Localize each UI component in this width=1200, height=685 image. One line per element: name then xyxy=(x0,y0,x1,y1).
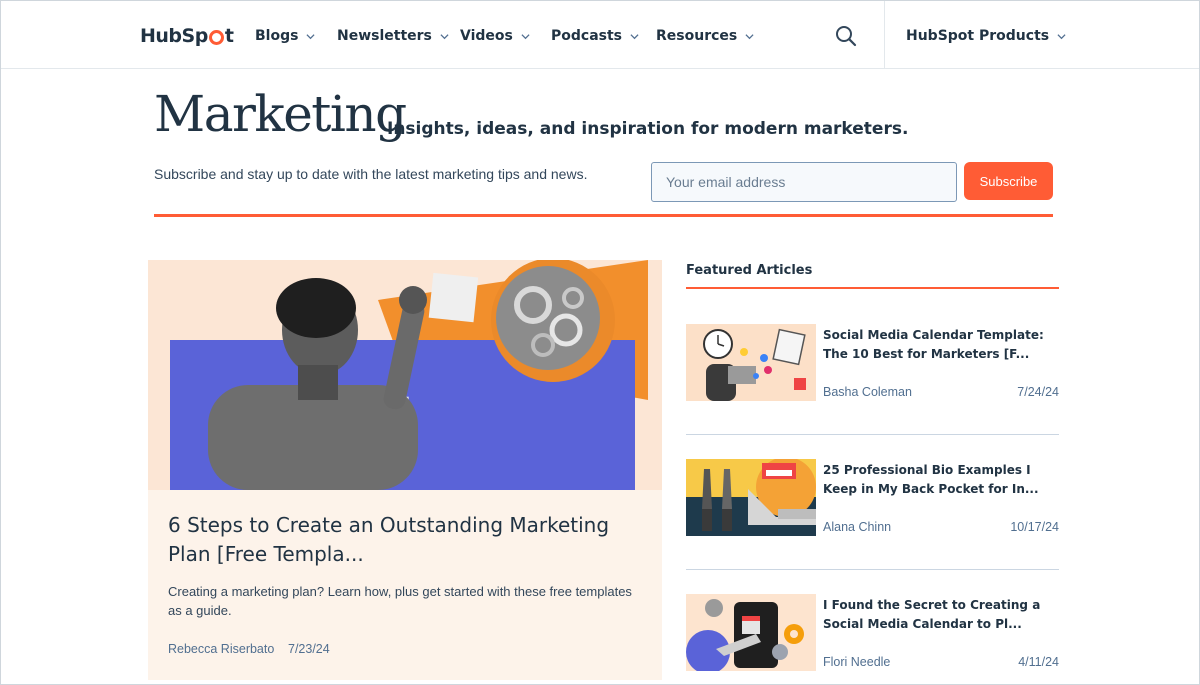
page-title: Marketing xyxy=(154,85,407,143)
article-thumbnail xyxy=(686,594,816,671)
feature-article-image xyxy=(148,260,662,490)
nav-label: Podcasts xyxy=(551,28,623,44)
nav-divider xyxy=(884,1,885,69)
chevron-down-icon xyxy=(440,33,449,39)
nav-newsletters[interactable]: Newsletters xyxy=(337,26,449,46)
hero-divider xyxy=(154,214,1053,217)
article-divider xyxy=(686,569,1059,570)
feature-article-title[interactable]: 6 Steps to Create an Outstanding Marketi… xyxy=(168,511,638,569)
chevron-down-icon xyxy=(521,33,530,39)
article-date: 7/24/24 xyxy=(1017,385,1059,399)
top-navigation: HubSp t Blogs Newsletters Videos Podcasts… xyxy=(1,1,1199,69)
nav-podcasts[interactable]: Podcasts xyxy=(551,26,639,46)
chevron-down-icon xyxy=(630,33,639,39)
page-frame: HubSp t Blogs Newsletters Videos Podcasts… xyxy=(0,0,1200,685)
logo-text-prefix: HubSp xyxy=(140,25,208,47)
article-divider xyxy=(686,434,1059,435)
social-calendar-illustration xyxy=(686,324,816,401)
nav-label: Resources xyxy=(656,28,738,44)
article-title[interactable]: I Found the Secret to Creating a Social … xyxy=(823,596,1059,634)
featured-article-item[interactable]: I Found the Secret to Creating a Social … xyxy=(686,594,1059,684)
feature-article-author[interactable]: Rebecca Riserbato xyxy=(168,642,274,656)
subscribe-description: Subscribe and stay up to date with the l… xyxy=(154,166,588,182)
email-field[interactable] xyxy=(651,162,957,202)
nav-blogs[interactable]: Blogs xyxy=(255,26,315,46)
nav-label: Blogs xyxy=(255,28,299,44)
social-calendar-phone-illustration xyxy=(686,594,816,671)
article-thumbnail xyxy=(686,324,816,401)
article-date: 10/17/24 xyxy=(1010,520,1059,534)
feature-article-card[interactable]: 6 Steps to Create an Outstanding Marketi… xyxy=(148,260,662,680)
article-author[interactable]: Basha Coleman xyxy=(823,385,912,399)
article-author[interactable]: Flori Needle xyxy=(823,655,890,669)
nav-resources[interactable]: Resources xyxy=(656,26,754,46)
article-title[interactable]: 25 Professional Bio Examples I Keep in M… xyxy=(823,461,1059,499)
sprocket-icon xyxy=(208,29,224,45)
featured-article-item[interactable]: Social Media Calendar Template: The 10 B… xyxy=(686,324,1059,434)
nav-hubspot-products[interactable]: HubSpot Products xyxy=(906,26,1066,46)
chevron-down-icon xyxy=(745,33,754,39)
search-icon[interactable] xyxy=(834,24,858,48)
chevron-down-icon xyxy=(306,33,315,39)
page-tagline: Insights, ideas, and inspiration for mod… xyxy=(387,119,909,139)
subscribe-button[interactable]: Subscribe xyxy=(964,162,1053,200)
nav-label: HubSpot Products xyxy=(906,28,1050,44)
article-thumbnail xyxy=(686,459,816,536)
featured-articles-heading: Featured Articles xyxy=(686,263,813,278)
professional-bio-illustration xyxy=(686,459,816,536)
article-author[interactable]: Alana Chinn xyxy=(823,520,891,534)
nav-videos[interactable]: Videos xyxy=(460,26,530,46)
article-date: 4/11/24 xyxy=(1018,655,1059,669)
nav-label: Newsletters xyxy=(337,28,432,44)
chevron-down-icon xyxy=(1057,33,1066,39)
featured-articles-divider xyxy=(686,287,1059,289)
feature-article-description: Creating a marketing plan? Learn how, pl… xyxy=(168,584,632,618)
article-title[interactable]: Social Media Calendar Template: The 10 B… xyxy=(823,326,1059,364)
feature-article-date: 7/23/24 xyxy=(288,642,330,656)
featured-article-item[interactable]: 25 Professional Bio Examples I Keep in M… xyxy=(686,459,1059,569)
logo-text-suffix: t xyxy=(224,25,234,47)
nav-label: Videos xyxy=(460,28,513,44)
hubspot-logo[interactable]: HubSp t xyxy=(140,23,234,49)
marketing-plan-illustration xyxy=(148,260,662,490)
